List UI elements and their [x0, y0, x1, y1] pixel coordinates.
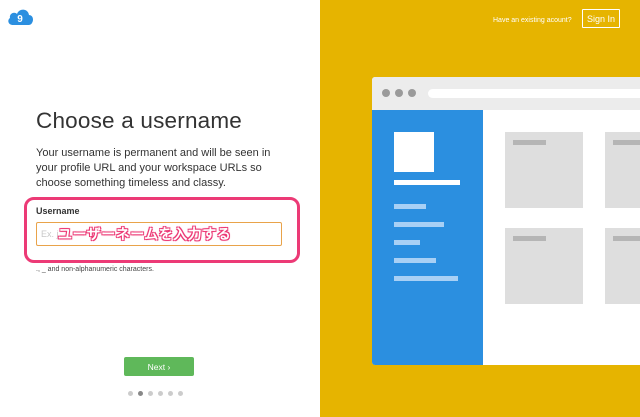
content-illustration	[483, 110, 640, 365]
cloud-logo-icon[interactable]: 9	[6, 6, 34, 26]
existing-account-text: Have an existing acount?	[493, 17, 572, 24]
browser-toolbar-illustration	[372, 77, 640, 110]
window-dot-icon	[395, 89, 403, 97]
browser-illustration	[372, 77, 640, 365]
step-dot[interactable]	[168, 391, 173, 396]
menu-line-illustration	[394, 258, 436, 263]
step-dot-active[interactable]	[138, 391, 143, 396]
username-label: Username	[36, 206, 80, 216]
window-dot-icon	[408, 89, 416, 97]
card-illustration	[505, 228, 583, 304]
window-dot-icon	[382, 89, 390, 97]
menu-line-illustration	[394, 204, 426, 209]
step-dot[interactable]	[178, 391, 183, 396]
step-dot[interactable]	[128, 391, 133, 396]
sign-in-button[interactable]: Sign In	[582, 9, 620, 28]
page-description: Your username is permanent and will be s…	[36, 147, 271, 189]
step-indicator	[128, 391, 183, 396]
card-illustration	[605, 228, 640, 304]
menu-line-illustration	[394, 276, 458, 281]
page-title: Choose a username	[36, 108, 243, 133]
sidebar-illustration	[372, 110, 483, 365]
username-hint: ., _ and non-alphanumeric characters.	[36, 266, 154, 273]
name-line-illustration	[394, 180, 460, 185]
annotation-text: ユーザーネームを入力する	[58, 226, 232, 242]
step-dot[interactable]	[158, 391, 163, 396]
illustration-panel: Have an existing acount? Sign In	[320, 0, 640, 417]
card-illustration	[505, 132, 583, 208]
step-dot[interactable]	[148, 391, 153, 396]
onboarding-panel: 9 Choose a username Your username is per…	[0, 0, 320, 417]
logo-glyph: 9	[17, 14, 23, 25]
avatar-illustration	[394, 132, 434, 172]
menu-line-illustration	[394, 240, 420, 245]
next-button[interactable]: Next ›	[124, 357, 194, 376]
urlbar-illustration	[428, 89, 640, 98]
menu-line-illustration	[394, 222, 444, 227]
card-illustration	[605, 132, 640, 208]
